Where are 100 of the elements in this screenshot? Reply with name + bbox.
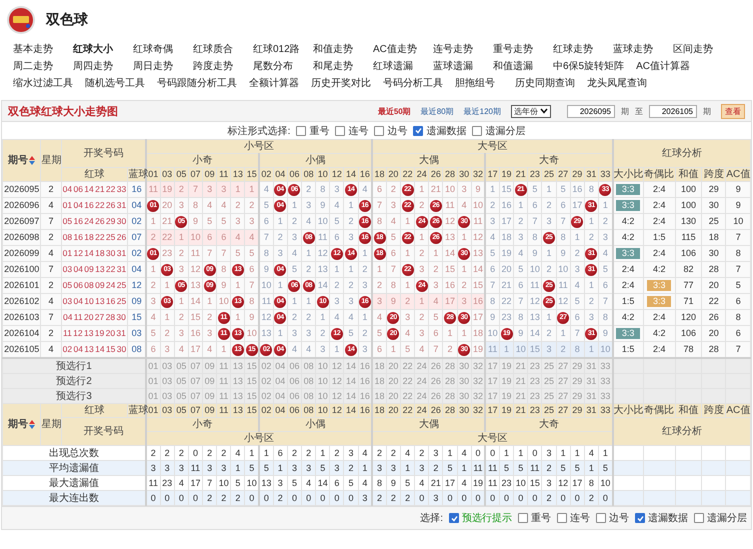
column-header: 奇偶比	[643, 404, 676, 418]
nav-link[interactable]: 号码跟随分析工具	[157, 77, 237, 90]
checkbox-label[interactable]: 连号	[570, 511, 590, 525]
span-cell: 30	[702, 198, 726, 214]
checkbox[interactable]	[335, 126, 346, 136]
sum-cell: 82	[675, 262, 702, 278]
omission-cell: 12	[259, 310, 274, 326]
preselect-cell: 02	[259, 388, 274, 404]
checkbox-label[interactable]: 遗漏数据	[648, 511, 688, 525]
range-separator: 至	[635, 106, 643, 116]
checkbox-label[interactable]: 重号	[531, 511, 551, 525]
checkbox-label[interactable]: 遗漏分层	[485, 124, 526, 138]
issue-cell: 2026096	[2, 198, 41, 214]
nav-link[interactable]: 重号走势	[493, 43, 541, 56]
checkbox-label[interactable]: 边号	[609, 511, 629, 525]
nav-link[interactable]: 红球奇偶	[133, 43, 181, 56]
checkbox[interactable]	[557, 513, 567, 523]
ratio-value: 1:5	[652, 232, 666, 243]
lottery-logo-icon	[6, 5, 36, 35]
nav-link[interactable]: 历史同期查询	[515, 77, 575, 90]
preselect-cell: 01	[146, 374, 160, 388]
nav-link[interactable]: AC值走势	[373, 43, 421, 56]
issue-cell: 2026097	[2, 214, 41, 230]
checkbox[interactable]	[596, 513, 606, 523]
sort-icon[interactable]	[29, 156, 36, 165]
winning-numbers-cell: 05 06 08 09 24 25	[61, 278, 128, 294]
stat-cell: 11	[485, 476, 500, 490]
range-link[interactable]: 最近50期	[378, 106, 411, 116]
ac-cell: 8	[726, 246, 750, 262]
checkbox[interactable]	[472, 126, 482, 136]
checkbox-label[interactable]: 遗漏分层	[707, 511, 747, 525]
ratio-value: 2:4	[652, 312, 666, 323]
nav-link[interactable]: 连号走势	[433, 43, 481, 56]
checkbox[interactable]	[518, 513, 528, 523]
column-header: 期号	[8, 419, 28, 430]
nav-link[interactable]: 红球走势	[553, 43, 601, 56]
nav-link[interactable]: 缩水过滤工具	[13, 77, 73, 90]
nav-link[interactable]: 龙头凤尾查询	[587, 77, 647, 90]
nav-link[interactable]: 尾数分布	[253, 60, 301, 73]
nav-link[interactable]: 基本走势	[13, 43, 61, 56]
nav-link[interactable]: 红球遗漏	[373, 60, 421, 73]
checkbox[interactable]	[635, 513, 645, 523]
period-input[interactable]: 2026105	[649, 104, 697, 118]
nav-link[interactable]: 跨度走势	[193, 60, 241, 73]
checkbox-label[interactable]: 重号	[309, 124, 330, 138]
nav-link[interactable]: 周日走势	[133, 60, 181, 73]
checkbox[interactable]	[296, 126, 306, 136]
nav-link[interactable]: AC值计算器	[636, 60, 690, 73]
nav-link[interactable]: 和值走势	[313, 43, 361, 56]
span-cell: 26	[702, 310, 726, 326]
ratio-value: 3:3	[616, 248, 640, 259]
nav-link[interactable]: 红球质合	[193, 43, 241, 56]
winning-numbers-cell: 11 12 13 19 20 31	[61, 326, 128, 342]
options-label: 选择:	[420, 512, 443, 525]
checkbox[interactable]	[413, 126, 424, 136]
nav-link[interactable]: 历史开奖对比	[311, 77, 371, 90]
checkbox[interactable]	[694, 513, 704, 523]
column-header: 大奇	[485, 418, 613, 432]
unit-label: 期	[621, 106, 629, 116]
checkbox-label[interactable]: 边号	[387, 124, 408, 138]
checkbox-label[interactable]: 遗漏数据	[426, 124, 466, 138]
nav-link[interactable]: 胆拖组号	[455, 77, 503, 90]
site-title: 双色球	[46, 11, 88, 29]
view-button[interactable]: 查看	[721, 104, 745, 118]
nav-link[interactable]: 随机选号工具	[85, 77, 145, 90]
checkbox-label[interactable]: 连号	[348, 124, 368, 138]
nav-link[interactable]: 号码分析工具	[383, 77, 443, 90]
period-input[interactable]: 2026095	[567, 104, 615, 118]
nav-link[interactable]: 蓝球遗漏	[433, 60, 481, 73]
column-header: 大偶	[372, 154, 486, 168]
ratio-value: 2:4	[652, 248, 666, 259]
nav-link[interactable]: 蓝球走势	[613, 43, 661, 56]
range-link[interactable]: 最近80期	[420, 106, 454, 116]
nav-link[interactable]: 中6保5旋转矩阵	[553, 60, 624, 73]
nav-link[interactable]: 红球大小	[73, 43, 121, 56]
year-select[interactable]: 选年份	[511, 104, 551, 118]
sort-icon[interactable]	[29, 420, 36, 429]
nav-link[interactable]: 和值遗漏	[493, 60, 541, 73]
nav-link[interactable]: 周二走势	[13, 60, 61, 73]
stat-cell: 3	[372, 460, 386, 476]
nav-link[interactable]: 和尾走势	[313, 60, 361, 73]
nav-link[interactable]: 红球012路	[253, 43, 301, 56]
winning-numbers-cell: 01 12 14 18 30 31	[61, 246, 128, 262]
omission-cell: 3	[372, 294, 386, 310]
nav-link[interactable]: 全额计算器	[249, 77, 299, 90]
sum-cell: 71	[675, 294, 702, 310]
nav-link[interactable]: 周四走势	[73, 60, 121, 73]
nav-link[interactable]: 区间走势	[673, 43, 721, 56]
ratio-value: 1:5	[620, 344, 636, 355]
row-label: 预选行2	[2, 374, 146, 388]
caret-icon	[540, 108, 548, 114]
preselect-cell: 17	[485, 358, 500, 374]
ratio-value: 3:3	[616, 328, 640, 339]
checkbox[interactable]	[374, 126, 384, 136]
ac-cell: 7	[726, 262, 750, 278]
column-header: 大号区	[372, 140, 613, 154]
ac-cell: 9	[726, 182, 750, 198]
checkbox[interactable]	[449, 513, 459, 523]
range-link[interactable]: 最近120期	[464, 106, 501, 116]
ratio-value: 4:2	[652, 264, 666, 275]
